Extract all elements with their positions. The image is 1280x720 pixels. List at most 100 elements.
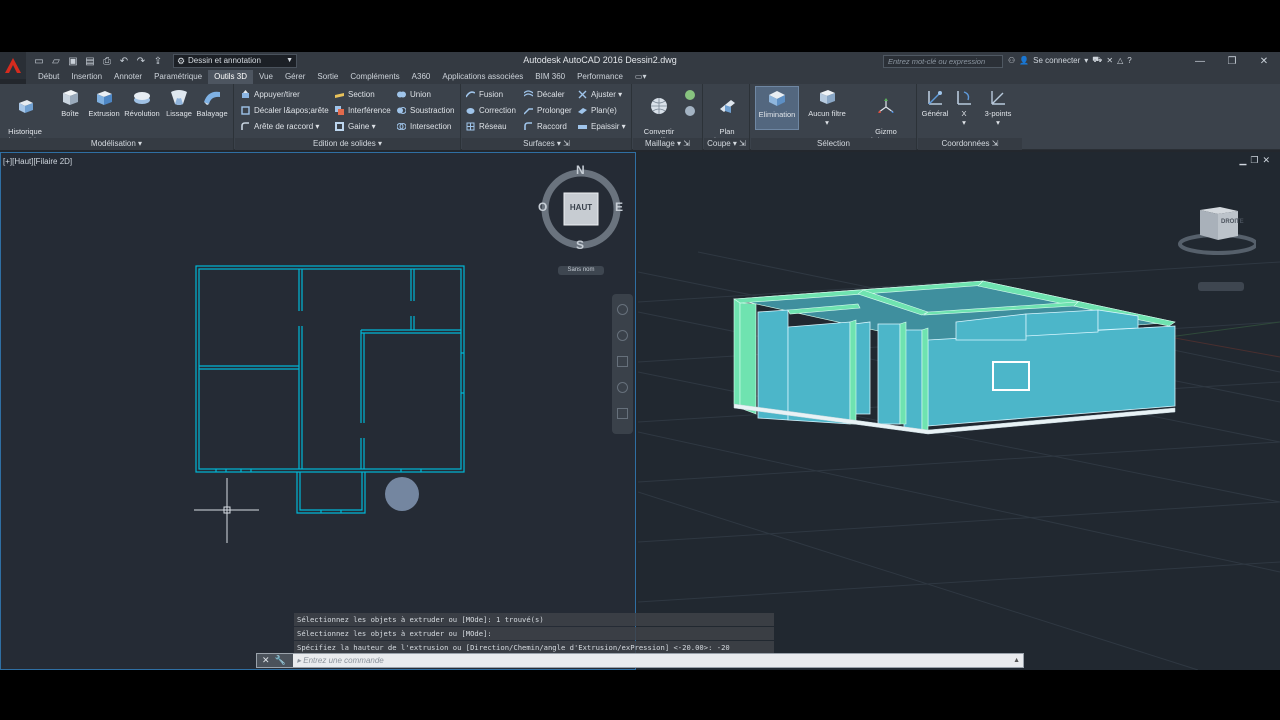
tab-sortie[interactable]: Sortie [311, 70, 344, 84]
extrusion-button[interactable]: Extrusion [88, 88, 120, 118]
intersection-button[interactable]: Intersection [397, 120, 451, 133]
panel-coordonnees: Général X ▾ 3-points ▾ Coordonnées ⇲ [918, 84, 1022, 150]
steering-wheel-icon[interactable] [617, 304, 628, 315]
raccord-button[interactable]: Raccord [524, 120, 567, 133]
thicken-icon [578, 125, 587, 129]
redo-icon[interactable]: ↷ [134, 55, 148, 67]
close-icon[interactable]: ✕ [262, 655, 270, 666]
tab-insertion[interactable]: Insertion [65, 70, 108, 84]
tab-parametrique[interactable]: Paramétrique [148, 70, 208, 84]
compass-north[interactable]: N [576, 163, 585, 177]
tab-outils-3d[interactable]: Outils 3D [208, 70, 254, 84]
tab-performance[interactable]: Performance [571, 70, 629, 84]
open-icon[interactable]: ▱ [49, 55, 63, 67]
application-menu-button[interactable] [0, 52, 26, 79]
ucs-menu-3d[interactable] [1198, 282, 1244, 291]
tab-annoter[interactable]: Annoter [108, 70, 148, 84]
reseau-button[interactable]: Réseau [466, 120, 507, 133]
share-icon[interactable]: ⇪ [151, 55, 165, 67]
boite-button[interactable]: Boîte [58, 88, 82, 118]
appuyer-tirer-button[interactable]: Appuyer/tirer [241, 88, 300, 101]
a360-icon[interactable]: △ [1117, 56, 1123, 65]
command-input[interactable]: ▸ Entrez une commande [297, 654, 384, 667]
panel-title-surfaces[interactable]: Surfaces ▾ ⇲ [462, 138, 631, 150]
panel-title-coupe[interactable]: Coupe ▾ ⇲ [704, 138, 749, 150]
gaine-button[interactable]: Gaine ▾ [335, 120, 376, 133]
new-icon[interactable]: ▭ [32, 55, 46, 67]
panel-title-maillage[interactable]: Maillage ▾ ⇲ [633, 138, 702, 150]
command-line[interactable]: ✕ 🔧 ▸ Entrez une commande ▲ [256, 653, 1024, 668]
ajuster-button[interactable]: Ajuster ▾ [578, 88, 622, 101]
general-ucs-button[interactable]: Général [920, 88, 950, 118]
arete-raccord-button[interactable]: Arête de raccord ▾ [241, 120, 319, 133]
fusion-button[interactable]: Fusion [466, 88, 503, 101]
tab-gerer[interactable]: Gérer [279, 70, 311, 84]
presspull-icon [242, 90, 249, 98]
union-button[interactable]: Union [397, 88, 431, 101]
viewport-top-2d[interactable]: [+][Haut][Filaire 2D] N S E O HAUT Sans … [0, 152, 636, 670]
help-icon[interactable]: ? [1127, 56, 1131, 65]
showmotion-icon[interactable] [617, 408, 628, 419]
panel-title-coordonnees[interactable]: Coordonnées ⇲ [918, 138, 1022, 150]
revolution-button[interactable]: Révolution [124, 88, 160, 118]
decaler-arete-button[interactable]: Décaler l&apos;arête [241, 104, 329, 117]
decaler-surface-button[interactable]: Décaler [524, 88, 565, 101]
viewcube-3d[interactable] [1176, 202, 1256, 262]
wrench-icon[interactable]: 🔧 [275, 655, 286, 666]
soustraction-button[interactable]: Soustraction [397, 104, 454, 117]
correction-button[interactable]: Correction [466, 104, 516, 117]
section-button[interactable]: Section [335, 88, 375, 101]
chevron-down-icon[interactable]: ▾ [1084, 56, 1088, 65]
save-icon[interactable]: ▣ [66, 55, 80, 67]
plot-icon[interactable]: ⎙ [100, 55, 114, 67]
elimination-button[interactable]: Elimination [755, 86, 799, 130]
tab-complements[interactable]: Compléments [344, 70, 405, 84]
exchange-icon[interactable]: ✕ [1106, 56, 1113, 65]
viewcube-face-label[interactable]: HAUT [564, 203, 598, 212]
plan-button[interactable]: Plan(e) [578, 104, 617, 117]
binoculars-icon[interactable]: ⚇ [1008, 56, 1015, 65]
ucs-menu[interactable]: Sans nom [558, 266, 604, 275]
chevron-up-icon[interactable]: ▲ [1013, 654, 1020, 667]
plan-coupe-button[interactable]: Plan de coupe [707, 88, 747, 145]
tab-a360[interactable]: A360 [406, 70, 437, 84]
ribbon-toggle-icon[interactable]: ▭▾ [629, 70, 653, 84]
pan-icon[interactable] [617, 330, 628, 341]
epaissir-button[interactable]: Epaissir ▾ [578, 120, 626, 133]
workspace-select[interactable]: ⚙ Dessin et annotation ▼ [173, 54, 297, 68]
mesh-smooth-icon[interactable] [685, 90, 695, 100]
signin-link[interactable]: Se connecter [1033, 56, 1080, 65]
compass-west[interactable]: O [538, 200, 547, 214]
tab-debut[interactable]: Début [32, 70, 65, 84]
historique-solides-button[interactable]: Historique des solides [4, 88, 46, 145]
balayage-button[interactable]: Balayage [196, 88, 228, 118]
aucun-filtre-button[interactable]: Aucun filtre ▾ [805, 88, 849, 127]
tab-applications-associees[interactable]: Applications associées [436, 70, 529, 84]
cart-icon[interactable]: ⛟ [1092, 55, 1102, 65]
panel-title-edition[interactable]: Edition de solides ▾ [235, 138, 460, 150]
viewcube-face-label[interactable]: DROITE [1221, 219, 1244, 225]
compass-south[interactable]: S [576, 238, 584, 252]
search-input[interactable]: Entrez mot-clé ou expression [883, 55, 1003, 68]
minimize-icon[interactable]: — [1184, 52, 1216, 70]
zoom-icon[interactable] [617, 356, 628, 367]
viewport-3d[interactable]: ▁❐✕ DROITE [638, 152, 1280, 670]
compass-east[interactable]: E [615, 200, 623, 214]
tab-bim-360[interactable]: BIM 360 [529, 70, 571, 84]
ucs-3-points-button[interactable]: 3-points ▾ [980, 88, 1016, 127]
undo-icon[interactable]: ↶ [117, 55, 131, 67]
prolonger-button[interactable]: Prolonger [524, 104, 572, 117]
lissage-button[interactable]: Lissage [166, 88, 192, 118]
restore-icon[interactable]: ❐ [1216, 52, 1248, 70]
gizmo-deplacement-button[interactable]: Gizmo Déplacement [861, 88, 911, 145]
save-as-icon[interactable]: ▤ [83, 55, 97, 67]
convertir-maillage-button[interactable]: Convertir en maillage [637, 88, 681, 145]
mesh-refine-icon[interactable] [685, 106, 695, 116]
ucs-x-button[interactable]: X ▾ [954, 88, 974, 127]
close-icon[interactable]: ✕ [1248, 52, 1280, 70]
panel-title-selection[interactable]: Sélection [751, 138, 916, 150]
tab-vue[interactable]: Vue [253, 70, 279, 84]
panel-title-modelisation[interactable]: Modélisation ▾ [0, 138, 233, 150]
interference-button[interactable]: Interférence [335, 104, 391, 117]
orbit-icon[interactable] [617, 382, 628, 393]
